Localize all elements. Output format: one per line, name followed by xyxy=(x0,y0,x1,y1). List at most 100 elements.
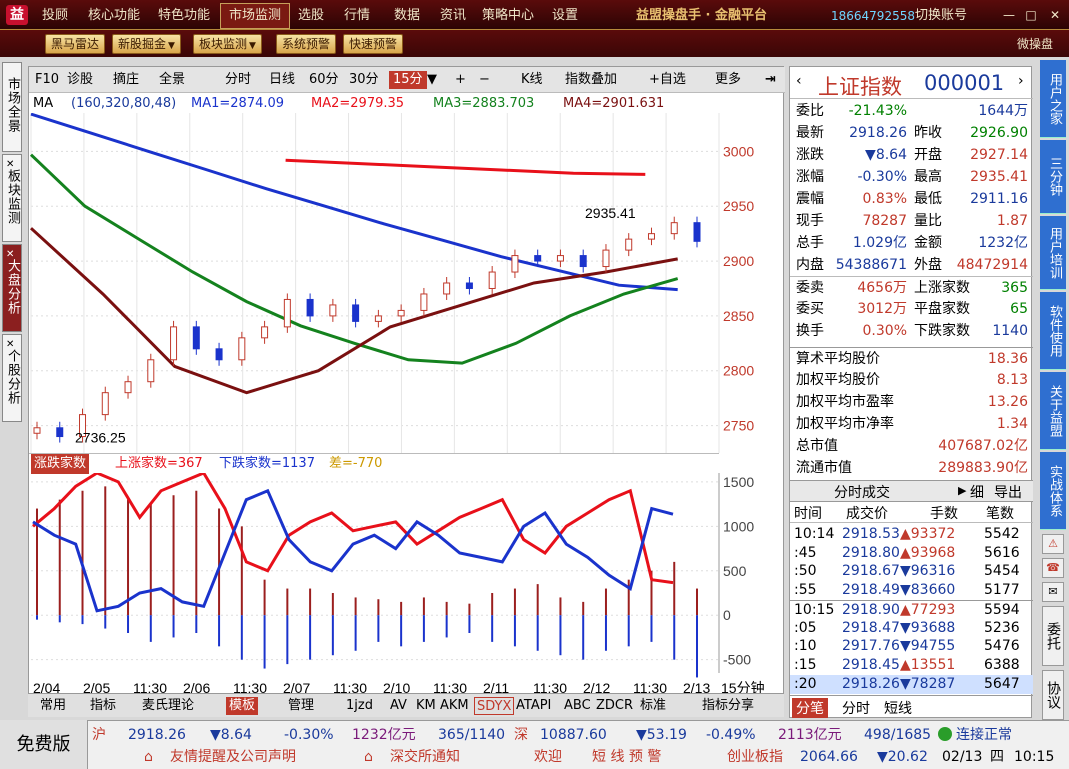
intraday-trades-tab[interactable]: 分时成交 xyxy=(834,482,890,502)
zhaizhuang-button[interactable]: 摘庄 xyxy=(113,71,139,89)
trade-row[interactable]: :15 2918.45 ▲13551 6388 xyxy=(790,656,1033,675)
ticker-szse-notice[interactable]: 深交所通知 xyxy=(390,746,460,768)
ticker-shortline-alert[interactable]: 短 线 预 警 xyxy=(592,746,661,768)
panorama-button[interactable]: 全景 xyxy=(159,71,185,89)
menu-item[interactable]: 特色功能 xyxy=(150,0,218,30)
trade-row[interactable]: 10:14 2918.53 ▲93372 5542 xyxy=(790,525,1033,544)
kline-chart[interactable]: 3000 2950 2900 2850 2800 2750 2935.41 2736.25 xyxy=(29,113,785,453)
tab-abc[interactable]: ABC xyxy=(564,697,591,715)
quote-label: 换手 xyxy=(796,323,824,339)
period-60-button[interactable]: 60分 xyxy=(309,71,339,89)
index-overlay-button[interactable]: 指数叠加 xyxy=(565,71,617,89)
tab-zdcr[interactable]: ZDCR xyxy=(596,697,633,715)
close-icon[interactable]: ✕ xyxy=(1047,7,1063,23)
side-tab-user-training[interactable]: 用户培训 xyxy=(1040,216,1066,290)
trade-row[interactable]: 10:15 2918.90 ▲77293 5594 xyxy=(790,599,1033,619)
breadth-chart[interactable]: 150010005000-5002/04 2/05 11:30 2/06 11:30 2/… xyxy=(29,473,785,697)
zoom-in-button[interactable]: + xyxy=(455,71,466,89)
tab-common[interactable]: 常用 xyxy=(40,697,66,715)
trade-row[interactable]: :10 2917.76 ▼94755 5476 xyxy=(790,637,1033,656)
tool-xitong-button[interactable]: 系统预警 xyxy=(276,34,337,54)
play-icon[interactable]: ▶ xyxy=(958,484,966,497)
home-icon[interactable]: ⌂ xyxy=(364,746,373,768)
menu-item[interactable]: 行情 xyxy=(336,0,378,30)
tool-bankuai-button[interactable]: 板块监测 ▼ xyxy=(193,34,262,54)
trade-row[interactable]: :50 2918.67 ▼96316 5454 xyxy=(790,562,1033,581)
menu-item[interactable]: 资讯 xyxy=(432,0,474,30)
switch-account-link[interactable]: 切换账号 xyxy=(915,0,967,30)
tab-sector-monitor[interactable]: ✕ 板块监测 xyxy=(2,154,22,242)
tab-ticks[interactable]: 分笔 xyxy=(792,698,828,718)
tool-heima-button[interactable]: 黑马雷达 xyxy=(45,34,106,54)
tab-av[interactable]: AV xyxy=(390,697,407,715)
tab-km[interactable]: KM xyxy=(416,697,436,715)
kline-type-button[interactable]: K线 xyxy=(521,71,543,89)
close-icon[interactable]: ✕ xyxy=(6,156,15,174)
maximize-icon[interactable]: □ xyxy=(1023,7,1039,23)
trade-price: 2918.53 xyxy=(842,526,900,542)
next-arrow-icon[interactable]: › xyxy=(1018,73,1024,89)
home-icon[interactable]: ⌂ xyxy=(144,746,153,768)
trade-row[interactable]: :45 2918.80 ▲93968 5616 xyxy=(790,544,1033,563)
menu-item[interactable]: 设置 xyxy=(544,0,586,30)
diagnose-button[interactable]: 诊股 xyxy=(67,71,93,89)
tab-minute[interactable]: 分时 xyxy=(842,698,870,718)
side-tab-three-minutes[interactable]: 三分钟 xyxy=(1040,140,1066,214)
tab-macd-theory[interactable]: 麦氏理论 xyxy=(142,697,194,715)
tab-standard[interactable]: 标准 xyxy=(640,697,666,715)
side-tab-about[interactable]: 关于益盟 xyxy=(1040,372,1066,450)
entrust-button[interactable]: 委托 xyxy=(1042,606,1064,666)
menu-item[interactable]: 数据 xyxy=(386,0,428,30)
tab-1jzd[interactable]: 1jzd xyxy=(346,697,373,715)
menu-item[interactable]: 市场监测 xyxy=(220,3,291,29)
period-30-button[interactable]: 30分 xyxy=(349,71,379,89)
trade-row[interactable]: :05 2918.47 ▼93688 5236 xyxy=(790,619,1033,638)
close-icon[interactable]: ✕ xyxy=(6,336,15,354)
trade-row[interactable]: :20 2918.26 ▼78287 5647 xyxy=(790,674,1033,694)
tab-market-overview[interactable]: 市场全景 xyxy=(2,62,22,152)
side-tab-user-home[interactable]: 用户之家 xyxy=(1040,60,1066,138)
alert-icon[interactable]: ⚠ xyxy=(1042,534,1064,554)
phone-icon[interactable]: ☎ xyxy=(1042,558,1064,578)
menu-item[interactable]: 投顾 xyxy=(34,0,76,30)
tool-xingu-button[interactable]: 新股掘金 ▼ xyxy=(112,34,181,54)
zoom-out-button[interactable]: − xyxy=(479,71,490,89)
tab-indicators[interactable]: 指标 xyxy=(90,697,116,715)
agreement-button[interactable]: 协议 xyxy=(1042,670,1064,720)
daily-button[interactable]: 日线 xyxy=(269,71,295,89)
menu-item[interactable]: 策略中心 xyxy=(474,0,542,30)
ticker-disclaimer[interactable]: 友情提醒及公司声明 xyxy=(170,746,296,768)
tab-share-indicator[interactable]: 指标分享 xyxy=(702,697,754,715)
period-dropdown-icon[interactable]: ▼ xyxy=(427,71,437,89)
tab-market-analysis[interactable]: ✕ 大盘分析 xyxy=(2,244,22,332)
expand-icon[interactable]: ⇥ xyxy=(765,71,776,89)
side-tab-practice-system[interactable]: 实战体系 xyxy=(1040,452,1066,530)
micro-trade-link[interactable]: 微操盘 xyxy=(1017,35,1053,52)
close-icon[interactable]: ✕ xyxy=(6,246,15,264)
menu-item[interactable]: 选股 xyxy=(290,0,332,30)
tab-template[interactable]: 模板 xyxy=(226,697,259,715)
tool-kuaisu-button[interactable]: 快速预警 xyxy=(343,34,404,54)
mail-icon[interactable]: ✉ xyxy=(1042,582,1064,602)
tab-sdyx[interactable]: SDYX xyxy=(474,697,515,715)
minimize-icon[interactable]: — xyxy=(1001,7,1017,23)
sub-indicator-select[interactable]: 涨跌家数 xyxy=(31,454,90,474)
tab-manage[interactable]: 管理 xyxy=(288,697,314,715)
f10-button[interactable]: F10 xyxy=(35,71,59,89)
add-watchlist-button[interactable]: +自选 xyxy=(649,71,686,89)
export-button[interactable]: 导出 xyxy=(994,482,1022,502)
tab-akm[interactable]: AKM xyxy=(440,697,469,715)
prev-arrow-icon[interactable]: ‹ xyxy=(796,73,802,89)
detail-tab[interactable]: 细 xyxy=(970,482,984,502)
period-15-button[interactable]: 15分 xyxy=(389,71,427,89)
side-tab-software-usage[interactable]: 软件使用 xyxy=(1040,292,1066,370)
tab-shortline[interactable]: 短线 xyxy=(884,698,912,718)
intraday-button[interactable]: 分时 xyxy=(225,71,251,89)
ma-label[interactable]: MA xyxy=(33,94,53,114)
tab-atapi[interactable]: ATAPI xyxy=(516,697,551,715)
ticker-welcome[interactable]: 欢迎 xyxy=(534,746,562,768)
menu-item[interactable]: 核心功能 xyxy=(80,0,148,30)
tab-stock-analysis[interactable]: ✕ 个股分析 xyxy=(2,334,22,422)
more-button[interactable]: 更多 xyxy=(715,71,741,89)
trade-row[interactable]: :55 2918.49 ▼83660 5177 xyxy=(790,581,1033,600)
